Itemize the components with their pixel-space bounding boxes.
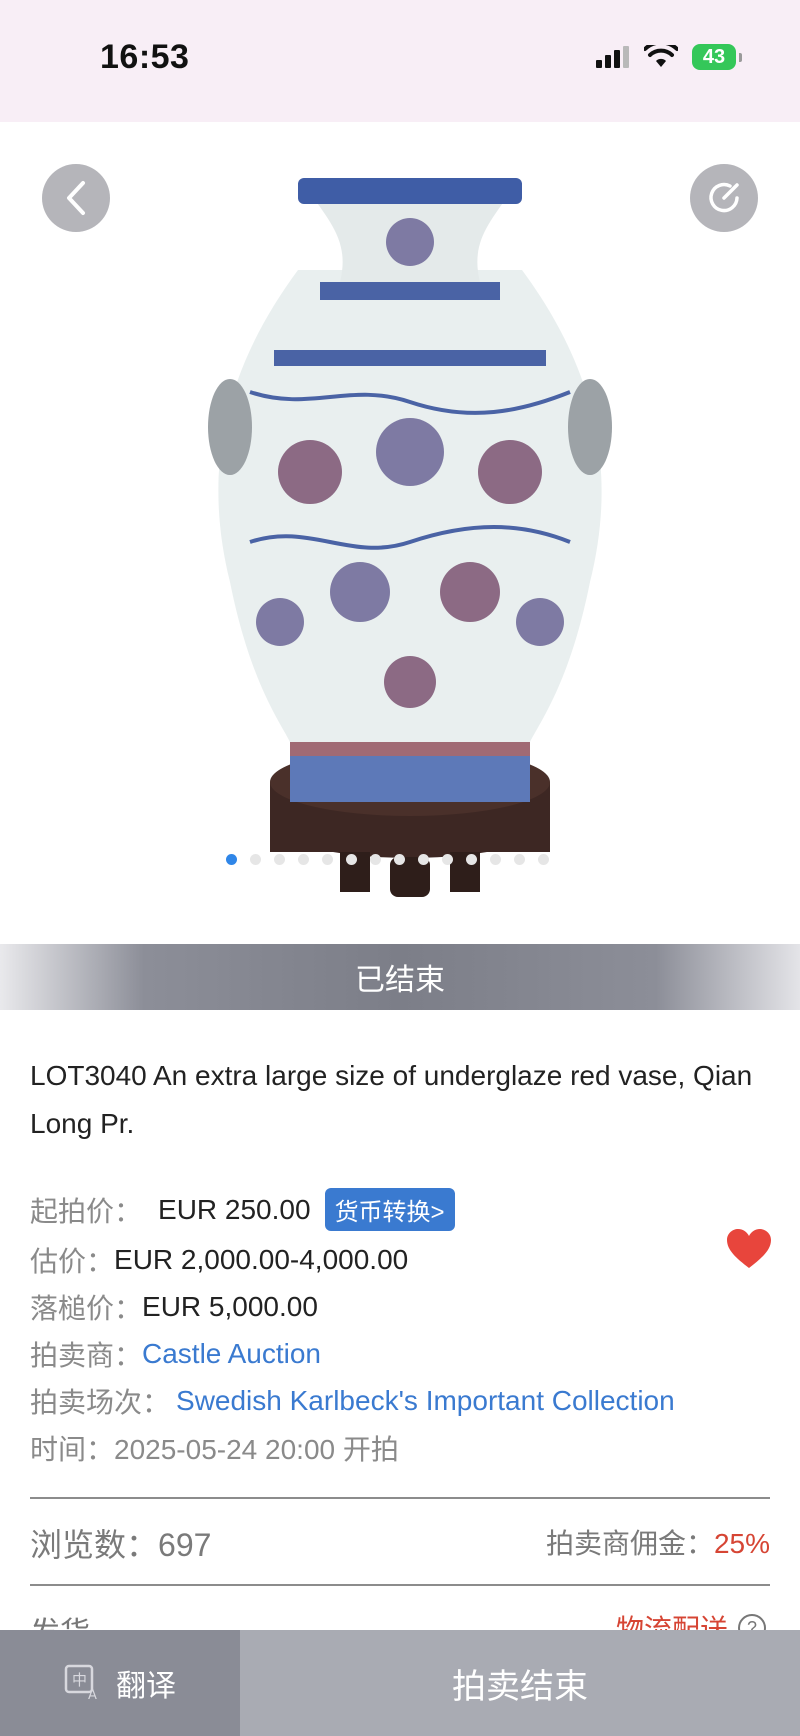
divider [30,1497,770,1499]
estimate-label: 估价： [30,1246,115,1277]
carousel-dot[interactable] [226,854,237,865]
carousel-dot[interactable] [514,854,525,865]
session-label: 拍卖场次： [30,1387,171,1418]
hammer-price-value: EUR 5,000.00 [142,1291,318,1322]
chevron-left-icon [67,181,85,215]
start-price-row: 起拍价： EUR 250.00 货币转换> [30,1188,455,1231]
time-value: 2025-05-24 20:00 开拍 [114,1434,399,1465]
carousel-dot[interactable] [298,854,309,865]
estimate-row: 估价： EUR 2,000.00-4,000.00 [30,1240,408,1280]
estimate-value: EUR 2,000.00-4,000.00 [114,1244,409,1275]
view-count: 浏览数：697 [30,1520,211,1566]
back-button[interactable] [42,164,110,232]
share-icon [709,182,739,213]
carousel-dot[interactable] [394,854,405,865]
share-button[interactable] [690,164,758,232]
carousel-dot[interactable] [250,854,261,865]
currency-convert-button[interactable]: 货币转换> [324,1188,455,1231]
svg-text:中: 中 [72,1671,87,1689]
wifi-icon [644,45,678,67]
auctioneer-row: 拍卖商： Castle Auction [30,1334,321,1374]
view-count-label: 浏览数： [30,1527,159,1563]
carousel-dot[interactable] [418,854,429,865]
status-time: 16:53 [100,38,190,76]
carousel-dot[interactable] [538,854,549,865]
favorite-heart-icon[interactable] [726,1228,772,1270]
time-label: 时间： [30,1434,115,1465]
session-row: 拍卖场次： Swedish Karlbeck's Important Colle… [30,1381,675,1421]
commission: 拍卖商佣金：25% [546,1522,770,1562]
svg-text:A: A [88,1688,97,1702]
auctioneer-label: 拍卖商： [30,1340,143,1371]
carousel-dot[interactable] [442,854,453,865]
translate-label: 翻译 [116,1670,176,1703]
carousel-dots [226,854,549,865]
auction-ended-button[interactable]: 拍卖结束 [240,1630,800,1736]
image-gallery[interactable] [0,122,800,944]
battery-icon: 43 [692,44,742,70]
status-bar: 16:53 43 [0,0,800,122]
vase-photo [208,178,612,897]
start-price-label: 起拍价： [30,1195,143,1227]
auction-status-banner: 已结束 [0,944,800,1010]
carousel-dot[interactable] [274,854,285,865]
commission-value: 25% [713,1528,770,1559]
divider [30,1584,770,1586]
time-row: 时间： 2025-05-24 20:00 开拍 [30,1428,399,1468]
lot-title: LOT3040 An extra large size of underglaz… [30,1060,753,1139]
translate-button[interactable]: 中 A 翻译 [0,1630,240,1736]
battery-level: 43 [702,45,726,68]
carousel-dot[interactable] [346,854,357,865]
carousel-dot[interactable] [370,854,381,865]
auctioneer-link[interactable]: Castle Auction [142,1338,321,1370]
carousel-dot[interactable] [466,854,477,865]
status-icons: 43 [596,42,742,72]
carousel-dot[interactable] [322,854,333,865]
carousel-dot[interactable] [490,854,501,865]
hammer-price-label: 落槌价： [30,1293,143,1324]
session-link[interactable]: Swedish Karlbeck's Important Collection [176,1385,675,1417]
bottom-action-bar: 中 A 翻译 拍卖结束 [0,1630,800,1736]
start-price-value: EUR 250.00 [158,1193,311,1225]
translate-icon: 中 A [64,1664,97,1702]
hammer-price-row: 落槌价： EUR 5,000.00 [30,1287,318,1327]
view-count-value: 697 [158,1527,212,1563]
cellular-signal-icon [596,46,629,68]
commission-label: 拍卖商佣金： [545,1528,714,1559]
